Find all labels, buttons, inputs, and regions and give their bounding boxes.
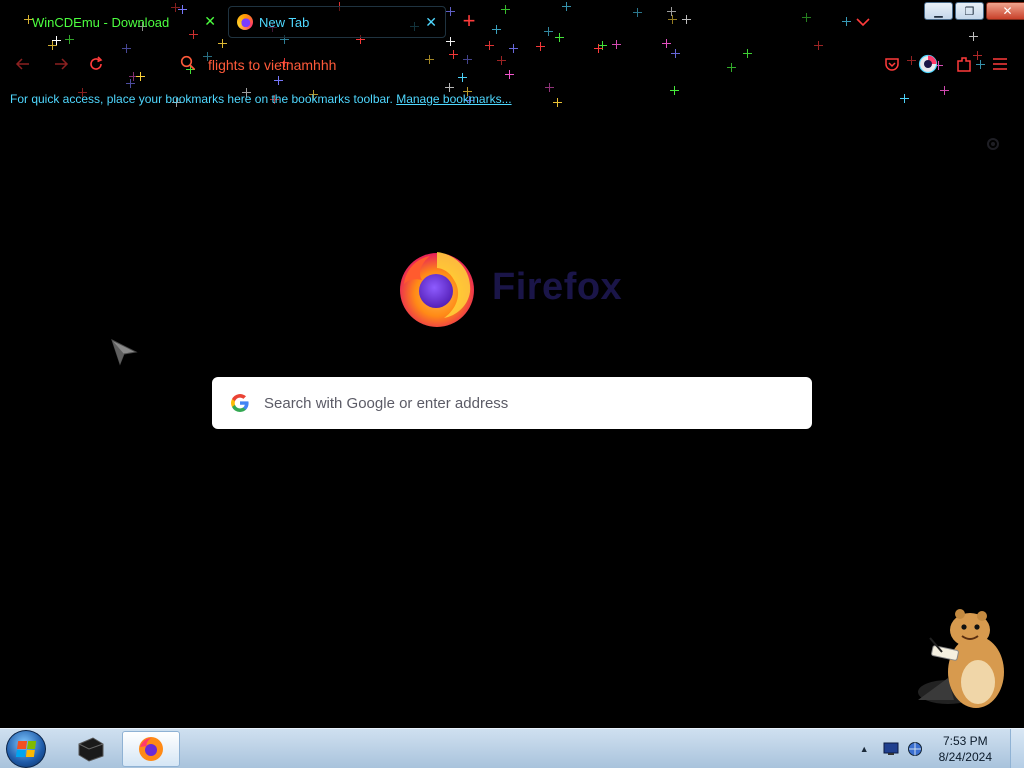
- firefox-favicon-icon: [237, 14, 253, 30]
- screen: WinCDEmu - Download ✕ New Tab ✕ + ▁ ❐ ✕: [0, 0, 1024, 768]
- clock-date: 8/24/2024: [938, 750, 992, 764]
- close-tab-icon[interactable]: ✕: [425, 14, 437, 30]
- firefox-logo-icon: [400, 252, 474, 327]
- system-tray: ▲ 7:53 PM 8/24/2024: [860, 729, 1024, 768]
- google-g-icon: [230, 393, 250, 413]
- menu-hamburger-icon[interactable]: [990, 54, 1010, 74]
- volume-globe-icon[interactable]: [907, 741, 923, 757]
- tab-title: New Tab: [259, 14, 310, 30]
- restore-icon: ❐: [964, 5, 975, 18]
- taskbar-app-firefox[interactable]: [122, 731, 180, 767]
- back-button[interactable]: [12, 53, 34, 75]
- url-bar[interactable]: flights to vietnamhhh: [180, 52, 860, 78]
- firefox-wordmark: Firefox: [492, 265, 623, 308]
- new-tab-plus-icon[interactable]: +: [458, 10, 480, 32]
- pocket-icon[interactable]: [882, 54, 902, 74]
- forward-button[interactable]: [50, 53, 72, 75]
- account-icon[interactable]: [918, 54, 938, 74]
- windows-taskbar: ▲ 7:53 PM 8/24/2024: [0, 728, 1024, 768]
- search-placeholder[interactable]: Search with Google or enter address: [264, 395, 508, 412]
- tab-new-tab[interactable]: New Tab ✕: [228, 6, 446, 38]
- list-all-tabs-chevron-icon[interactable]: [852, 12, 874, 32]
- reload-button[interactable]: [85, 53, 107, 75]
- minimize-icon: ▁: [934, 5, 943, 18]
- tab-title: WinCDEmu - Download: [32, 14, 170, 30]
- extensions-icon[interactable]: [954, 54, 974, 74]
- taskbar-clock[interactable]: 7:53 PM 8/24/2024: [939, 733, 992, 765]
- start-button[interactable]: [6, 730, 46, 768]
- black-box-app-icon: [78, 737, 104, 762]
- network-monitor-icon[interactable]: [883, 742, 899, 756]
- clock-time: 7:53 PM: [942, 734, 988, 748]
- close-icon: ✕: [1002, 4, 1013, 18]
- search-icon: [180, 55, 196, 76]
- tab-strip: WinCDEmu - Download ✕ New Tab ✕ +: [0, 0, 1024, 44]
- navigation-toolbar: flights to vietnamhhh: [0, 44, 1024, 84]
- tab-wincdemu[interactable]: WinCDEmu - Download ✕: [10, 6, 222, 38]
- firefox-taskbar-icon: [139, 737, 163, 761]
- show-hidden-icons-icon[interactable]: ▲: [860, 744, 869, 754]
- bookmarks-message: For quick access, place your bookmarks h…: [10, 92, 393, 106]
- close-window-button[interactable]: ✕: [986, 2, 1024, 20]
- newtab-search-box[interactable]: Search with Google or enter address: [212, 377, 812, 429]
- restore-button[interactable]: ❐: [955, 2, 984, 20]
- sparkle-star: [445, 83, 454, 92]
- sparkle-star: [545, 83, 554, 92]
- sparkle-star: [900, 94, 909, 103]
- customize-gear-icon[interactable]: [985, 136, 1001, 152]
- bookmarks-toolbar: For quick access, place your bookmarks h…: [10, 92, 512, 106]
- show-desktop-button[interactable]: [1010, 729, 1024, 768]
- url-input-value[interactable]: flights to vietnamhhh: [208, 57, 336, 73]
- close-tab-icon[interactable]: ✕: [204, 13, 216, 29]
- minimize-button[interactable]: ▁: [924, 2, 953, 20]
- windows-flag-icon: [15, 741, 37, 757]
- sparkle-star: [940, 86, 949, 95]
- firefox-logo: Firefox: [396, 246, 622, 328]
- manage-bookmarks-link[interactable]: Manage bookmarks...: [396, 92, 511, 106]
- taskbar-app-device-manager[interactable]: [68, 731, 112, 767]
- mouse-cursor-icon: [110, 338, 138, 371]
- sparkle-star: [553, 98, 562, 107]
- window-controls: ▁ ❐ ✕: [924, 2, 1024, 20]
- hamster-mascot-image: [908, 600, 1018, 715]
- sparkle-star: [670, 86, 679, 95]
